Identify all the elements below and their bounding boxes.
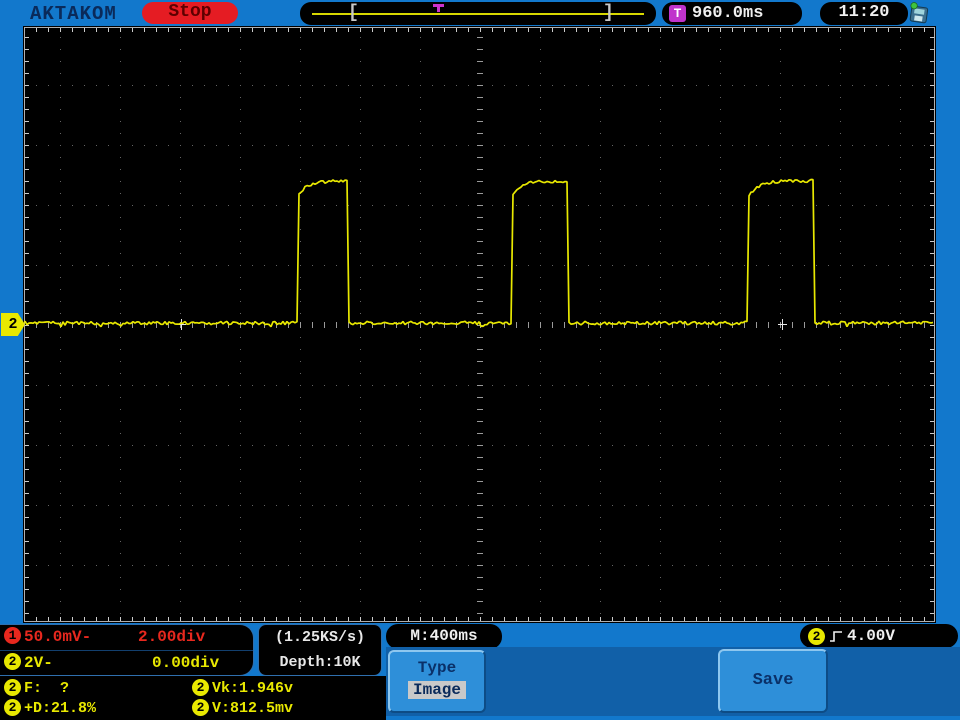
- acquisition-info-box: (1.25KS/s) Depth:10K: [258, 624, 382, 676]
- oscilloscope-ui: AKTAKOM Stop [ ] T 960.0ms 11:20 2 1 50.…: [0, 0, 960, 720]
- window-left-bracket: [: [348, 3, 359, 23]
- top-status-bar: AKTAKOM Stop [ ] T 960.0ms 11:20: [0, 0, 960, 26]
- measurement-vk: 2 Vk:1.946v: [188, 679, 293, 698]
- type-button[interactable]: Type Image: [388, 650, 486, 713]
- record-window-indicator[interactable]: [ ]: [300, 2, 656, 25]
- record-line: [312, 13, 644, 15]
- measurements-box: 2 F: ? 2 Vk:1.946v 2 +D:21.8% 2 V:812.5mv: [0, 676, 386, 720]
- waveform-display: [23, 26, 936, 623]
- trigger-level: 4.00V: [847, 627, 896, 645]
- memory-depth: Depth:10K: [279, 654, 361, 671]
- ch2-badge-icon: 2: [192, 699, 209, 716]
- ch2-scale: 2V-: [24, 654, 53, 672]
- measurement-duty: 2 +D:21.8%: [0, 699, 96, 718]
- acquisition-status-badge: Stop: [142, 2, 238, 24]
- ch2-position: 0.00div: [152, 654, 220, 672]
- ch1-readout: 1 50.0mV- 2.00div: [0, 625, 253, 651]
- trigger-time-pill: T 960.0ms: [662, 2, 802, 25]
- ch1-scale: 50.0mV-: [24, 628, 92, 646]
- clock: 11:20: [820, 2, 908, 25]
- ch2-position-marker[interactable]: 2: [1, 313, 25, 336]
- ch2-badge-icon: 2: [4, 699, 21, 716]
- ch1-position: 2.00div: [138, 628, 206, 646]
- sample-rate: (1.25KS/s): [274, 629, 365, 646]
- trigger-time-value: 960.0ms: [692, 4, 764, 23]
- channel-readout-box: 1 50.0mV- 2.00div 2 2V- 0.00div: [0, 624, 254, 676]
- trigger-t-icon: T: [669, 5, 686, 22]
- measurement-frequency: 2 F: ?: [0, 679, 69, 698]
- ch2-badge-icon: 2: [4, 653, 21, 671]
- rising-edge-icon: [830, 630, 842, 642]
- ch1-badge-icon: 1: [4, 627, 21, 645]
- window-right-bracket: ]: [603, 3, 614, 23]
- trigger-readout: 2 4.00V: [800, 624, 958, 648]
- measurement-voltage: 2 V:812.5mv: [188, 699, 293, 718]
- save-button[interactable]: Save: [718, 649, 828, 713]
- brand-logo: AKTAKOM: [30, 3, 117, 25]
- trigger-position-marker-icon[interactable]: [433, 4, 444, 12]
- ch2-readout: 2 2V- 0.00div: [0, 651, 253, 676]
- ch2-badge-icon: 2: [4, 679, 21, 696]
- type-value: Image: [407, 681, 466, 699]
- trigger-source-badge-icon: 2: [808, 627, 825, 645]
- timebase-readout: M:400ms: [386, 624, 502, 649]
- type-label: Type: [417, 659, 457, 677]
- ch2-badge-icon: 2: [192, 679, 209, 696]
